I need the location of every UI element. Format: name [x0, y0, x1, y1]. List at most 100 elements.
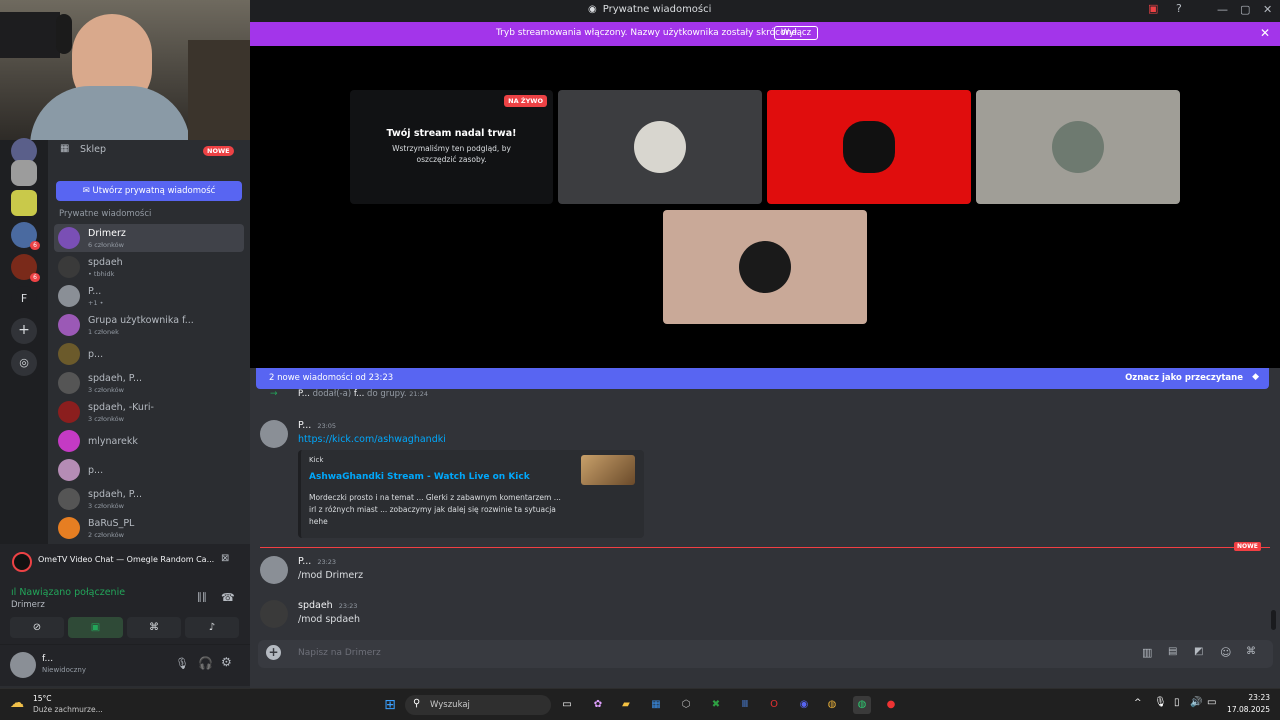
embed-provider: Kick — [309, 456, 324, 464]
chat-area: 2 nowe wiadomości od 23:23 Oznacz jako p… — [250, 368, 1280, 688]
apps-gamepad-icon[interactable]: ⌘ — [1246, 646, 1256, 657]
activity-title[interactable]: OmeTV Video Chat — Omegle Random Ca... — [38, 555, 216, 564]
dm-item[interactable]: spdaeh • tbhidk — [54, 253, 244, 281]
attach-plus-icon[interactable]: + — [266, 645, 281, 660]
taskbar-search[interactable]: ⚲ Wyszukaj — [405, 695, 551, 715]
server-icon[interactable] — [11, 160, 37, 186]
excel-icon[interactable]: ✖ — [707, 696, 725, 714]
window-title: ◉ Prywatne wiadomości — [588, 4, 712, 15]
close-activity-icon[interactable]: ⊠ — [221, 553, 229, 564]
author-avatar[interactable] — [260, 420, 288, 448]
monitor-shape — [0, 12, 60, 58]
new-dm-button[interactable]: ✉ Utwórz prywatną wiadomość — [56, 181, 242, 201]
activities-button[interactable]: ⌘ — [127, 617, 181, 638]
sticker-icon[interactable]: ◩ — [1194, 646, 1203, 657]
clock-time[interactable]: 23:23 — [1228, 693, 1270, 702]
dm-item[interactable]: spdaeh, P... 3 członków — [54, 369, 244, 397]
author-name[interactable]: P... 23:05 — [298, 420, 336, 431]
camera-off-button[interactable]: ⊘ — [10, 617, 64, 638]
minimize-icon[interactable]: — — [1217, 3, 1228, 16]
message-link[interactable]: https://kick.com/ashwaghandki — [298, 434, 446, 445]
app-icon[interactable]: Ⅲ — [736, 696, 754, 714]
author-name[interactable]: P... 23:23 — [298, 556, 336, 567]
dm-item[interactable]: mlynarekk — [54, 427, 244, 455]
close-banner-icon[interactable]: ✕ — [1260, 26, 1270, 40]
disconnect-icon[interactable]: ☎ — [221, 591, 235, 604]
app-icon[interactable]: ⬡ — [677, 696, 695, 714]
person-body — [30, 86, 190, 140]
member-added-icon: → — [270, 389, 278, 399]
dm-item[interactable]: Drimerz 6 członków — [54, 224, 244, 252]
store-icon[interactable]: ▦ — [647, 696, 665, 714]
copilot-icon[interactable]: ✿ — [589, 696, 607, 714]
screen-share-button[interactable]: ▣ — [68, 617, 123, 638]
inbox-icon[interactable]: ▣ — [1148, 2, 1158, 15]
author-avatar[interactable] — [260, 556, 288, 584]
file-explorer-icon[interactable]: ▰ — [617, 696, 635, 714]
chrome-icon[interactable]: ◍ — [823, 696, 841, 714]
embed-title[interactable]: AshwaGhandki Stream - Watch Live on Kick — [309, 472, 530, 482]
close-icon[interactable]: ✕ — [1263, 3, 1272, 16]
author-avatar[interactable] — [260, 600, 288, 628]
message-input[interactable]: Napisz na Drimerz — [298, 648, 381, 658]
add-server-icon[interactable]: + — [11, 318, 37, 344]
maximize-icon[interactable]: ▢ — [1240, 3, 1250, 16]
opera-icon[interactable]: O — [765, 696, 783, 714]
embed-thumbnail[interactable] — [581, 455, 635, 485]
dm-item[interactable]: p... — [54, 340, 244, 368]
emoji-icon[interactable]: ☺ — [1220, 646, 1231, 659]
dm-item[interactable]: Grupa użytkownika f... 1 członek — [54, 311, 244, 339]
message-text: /mod Drimerz — [298, 570, 364, 581]
task-view-icon[interactable]: ▭ — [558, 696, 576, 714]
new-messages-bar[interactable]: 2 nowe wiadomości od 23:23 Oznacz jako p… — [256, 368, 1269, 389]
gift-icon[interactable]: ▥ — [1142, 646, 1152, 659]
participant-tile[interactable] — [767, 90, 971, 204]
server-icon[interactable]: 6 — [11, 222, 40, 250]
author-name[interactable]: spdaeh 23:23 — [298, 600, 357, 611]
dm-item[interactable]: BaRuS_PL 2 członków — [54, 514, 244, 542]
dm-item[interactable]: spdaeh, -Kuri- 3 członków — [54, 398, 244, 426]
participant-avatar — [739, 241, 791, 293]
server-letter-icon[interactable]: F — [11, 286, 37, 312]
participant-tile[interactable] — [663, 210, 867, 324]
app-icon[interactable]: ● — [882, 696, 900, 714]
user-avatar[interactable] — [10, 652, 36, 678]
server-icon[interactable]: 6 — [11, 254, 40, 282]
app-icon[interactable]: ◍ — [853, 696, 871, 714]
voice-channel[interactable]: Drimerz — [11, 600, 45, 610]
tray-icon[interactable]: ▯ — [1174, 697, 1180, 708]
server-icon[interactable] — [11, 190, 37, 216]
help-icon[interactable]: ? — [1176, 2, 1182, 15]
soundboard-button[interactable]: ♪ — [185, 617, 239, 638]
new-messages-divider — [260, 547, 1270, 548]
screen-share-icon: ▣ — [90, 622, 101, 633]
chat-scrollbar[interactable] — [1271, 610, 1276, 630]
participant-tile[interactable] — [976, 90, 1180, 204]
message-composer: + Napisz na Drimerz ▥ ▤ ◩ ☺ ⌘ — [258, 640, 1273, 668]
discord-taskbar-icon[interactable]: ◉ — [795, 696, 813, 714]
sidebar-item-shop[interactable]: ▦ Sklep NOWE — [60, 143, 250, 161]
settings-gear-icon[interactable]: ⚙ — [221, 655, 232, 669]
disable-streamer-mode-button[interactable]: Wyłącz — [774, 26, 819, 40]
headphones-icon[interactable]: 🎧 — [198, 656, 213, 670]
participant-tile[interactable] — [558, 90, 762, 204]
clock-date[interactable]: 17.08.2025 — [1222, 705, 1270, 714]
dm-item[interactable]: P... +1 • — [54, 282, 244, 310]
avatar — [58, 256, 80, 278]
streamer-mode-banner: Tryb streamowania włączony. Nazwy użytko… — [250, 22, 1280, 46]
mic-icon[interactable]: 🎙 — [175, 657, 189, 670]
discover-icon[interactable]: ◎ — [11, 350, 37, 376]
tray-mic-icon[interactable]: 🎙 — [1154, 697, 1167, 708]
noise-suppression-icon[interactable]: ∥∥ — [197, 592, 207, 603]
weather-icon[interactable]: ☁ — [10, 695, 24, 711]
windows-start-icon[interactable]: ⊞ — [381, 696, 399, 714]
self-stream-tile[interactable]: NA ŻYWO Twój stream nadal trwa! Wstrzyma… — [350, 90, 553, 204]
tray-chevron-icon[interactable]: ^ — [1134, 698, 1142, 708]
mark-read-button[interactable]: Oznacz jako przeczytane — [1125, 373, 1243, 383]
volume-icon[interactable]: 🔊 — [1190, 697, 1202, 708]
dm-item[interactable]: p... — [54, 456, 244, 484]
gif-icon[interactable]: ▤ — [1168, 646, 1177, 657]
avatar — [58, 488, 80, 510]
dm-item[interactable]: spdaeh, P... 3 członków — [54, 485, 244, 513]
battery-icon[interactable]: ▭ — [1207, 697, 1216, 708]
